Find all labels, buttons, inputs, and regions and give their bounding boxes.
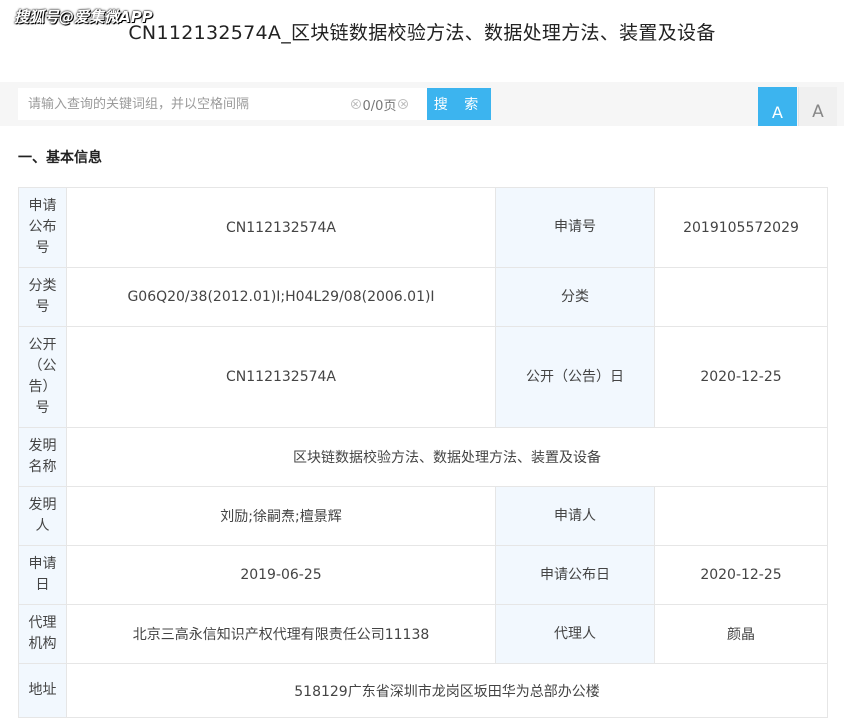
field-value: G06Q20/38(2012.01)I;H04L29/08(2006.01)I — [66, 267, 496, 327]
field-label: 申请日 — [18, 545, 67, 605]
field-value: 518129广东省深圳市龙岗区坂田华为总部办公楼 — [66, 663, 828, 718]
field-value: 2019105572029 — [654, 187, 828, 268]
field-label: 发明人 — [18, 486, 67, 546]
field-value: 2020-12-25 — [654, 545, 828, 605]
table-row: 分类号 G06Q20/38(2012.01)I;H04L29/08(2006.0… — [18, 267, 828, 327]
field-value: 刘励;徐嗣焘;檀景辉 — [66, 486, 496, 546]
field-value: 2020-12-25 — [654, 326, 828, 428]
table-row: 发明名称 区块链数据校验方法、数据处理方法、装置及设备 — [18, 427, 828, 487]
clear-icon[interactable] — [398, 99, 409, 109]
section-heading: 一、基本信息 — [18, 150, 102, 166]
table-row: 公开（公告）号 CN112132574A 公开（公告）日 2020-12-25 — [18, 326, 828, 428]
table-row: 发明人 刘励;徐嗣焘;檀景辉 申请人 — [18, 486, 828, 546]
field-label: 地址 — [18, 663, 67, 718]
field-value: 2019-06-25 — [66, 545, 496, 605]
table-row: 申请日 2019-06-25 申请公布日 2020-12-25 — [18, 545, 828, 605]
field-label: 代理机构 — [18, 604, 67, 664]
table-row: 代理机构 北京三高永信知识产权代理有限责任公司11138 代理人 颜晶 — [18, 604, 828, 664]
field-value — [654, 267, 828, 327]
table-row: 地址 518129广东省深圳市龙岗区坂田华为总部办公楼 — [18, 663, 828, 718]
field-value — [654, 486, 828, 546]
field-label: 代理人 — [495, 604, 655, 664]
search-toolbar: 0/0页 搜 索 A A — [0, 82, 844, 126]
field-label: 申请号 — [495, 187, 655, 268]
field-value: 区块链数据校验方法、数据处理方法、装置及设备 — [66, 427, 828, 487]
search-input[interactable] — [18, 88, 332, 120]
font-size-small-button[interactable]: A — [798, 87, 837, 126]
field-label: 公开（公告）号 — [18, 326, 67, 428]
basic-info-table: 申请公布号 CN112132574A 申请号 2019105572029 分类号… — [18, 187, 828, 718]
field-label: 申请公布日 — [495, 545, 655, 605]
field-label: 分类 — [495, 267, 655, 327]
search-button[interactable]: 搜 索 — [427, 88, 491, 120]
field-value: 颜晶 — [654, 604, 828, 664]
watermark: 搜狐号@爱集微APP — [14, 8, 153, 26]
field-label: 发明名称 — [18, 427, 67, 487]
field-label: 申请人 — [495, 486, 655, 546]
field-label: 申请公布号 — [18, 187, 67, 268]
page-counter-text: 0/0页 — [362, 98, 397, 114]
field-value: CN112132574A — [66, 187, 496, 268]
field-label: 公开（公告）日 — [495, 326, 655, 428]
clear-icon[interactable] — [350, 99, 361, 109]
field-value: CN112132574A — [66, 326, 496, 428]
field-value: 北京三高永信知识产权代理有限责任公司11138 — [66, 604, 496, 664]
table-row: 申请公布号 CN112132574A 申请号 2019105572029 — [18, 187, 828, 268]
field-label: 分类号 — [18, 267, 67, 327]
font-size-large-button[interactable]: A — [758, 87, 797, 126]
match-counter: 0/0页 — [332, 88, 427, 120]
